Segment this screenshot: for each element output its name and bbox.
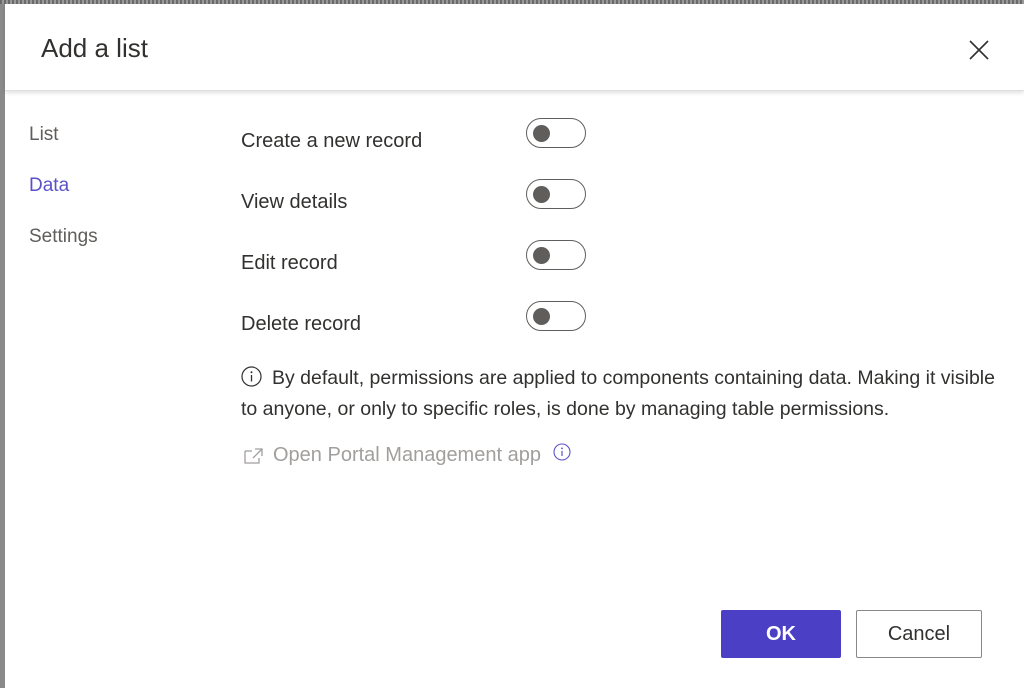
portal-link-label: Open Portal Management app: [273, 444, 541, 466]
view-details-toggle[interactable]: [526, 179, 586, 209]
toggle-row-delete: Delete record: [241, 299, 601, 360]
close-icon: [969, 40, 989, 60]
cancel-button[interactable]: Cancel: [856, 610, 982, 658]
toggle-row-create: Create a new record: [241, 116, 601, 177]
toggle-knob: [533, 125, 550, 142]
info-icon: [241, 366, 262, 395]
permissions-info: By default, permissions are applied to c…: [241, 364, 1011, 423]
nav-item-list[interactable]: List: [29, 122, 98, 173]
nav-item-data[interactable]: Data: [29, 173, 98, 224]
create-record-toggle[interactable]: [526, 118, 586, 148]
toggle-row-view: View details: [241, 177, 601, 238]
ok-button[interactable]: OK: [721, 610, 841, 658]
toggle-knob: [533, 308, 550, 325]
toggle-row-edit: Edit record: [241, 238, 601, 299]
open-portal-management-link[interactable]: Open Portal Management app: [243, 442, 571, 467]
dialog-nav: List Data Settings: [29, 122, 98, 275]
add-list-dialog: Add a list List Data Settings Create a n…: [5, 4, 1024, 688]
edit-record-toggle[interactable]: [526, 240, 586, 270]
close-button[interactable]: [963, 34, 995, 66]
info-icon[interactable]: [553, 442, 571, 461]
delete-record-toggle[interactable]: [526, 301, 586, 331]
permission-toggles: Create a new record View details Edit re…: [241, 116, 601, 360]
dialog-title: Add a list: [41, 33, 148, 63]
external-link-icon: [243, 447, 265, 465]
nav-item-settings[interactable]: Settings: [29, 224, 98, 275]
toggle-label: Delete record: [241, 313, 362, 335]
toggle-knob: [533, 186, 550, 203]
info-text: By default, permissions are applied to c…: [241, 367, 995, 420]
toggle-label: Create a new record: [241, 130, 423, 152]
toggle-label: Edit record: [241, 252, 338, 274]
dialog-header: Add a list: [5, 4, 1024, 91]
toggle-label: View details: [241, 191, 348, 213]
toggle-knob: [533, 247, 550, 264]
